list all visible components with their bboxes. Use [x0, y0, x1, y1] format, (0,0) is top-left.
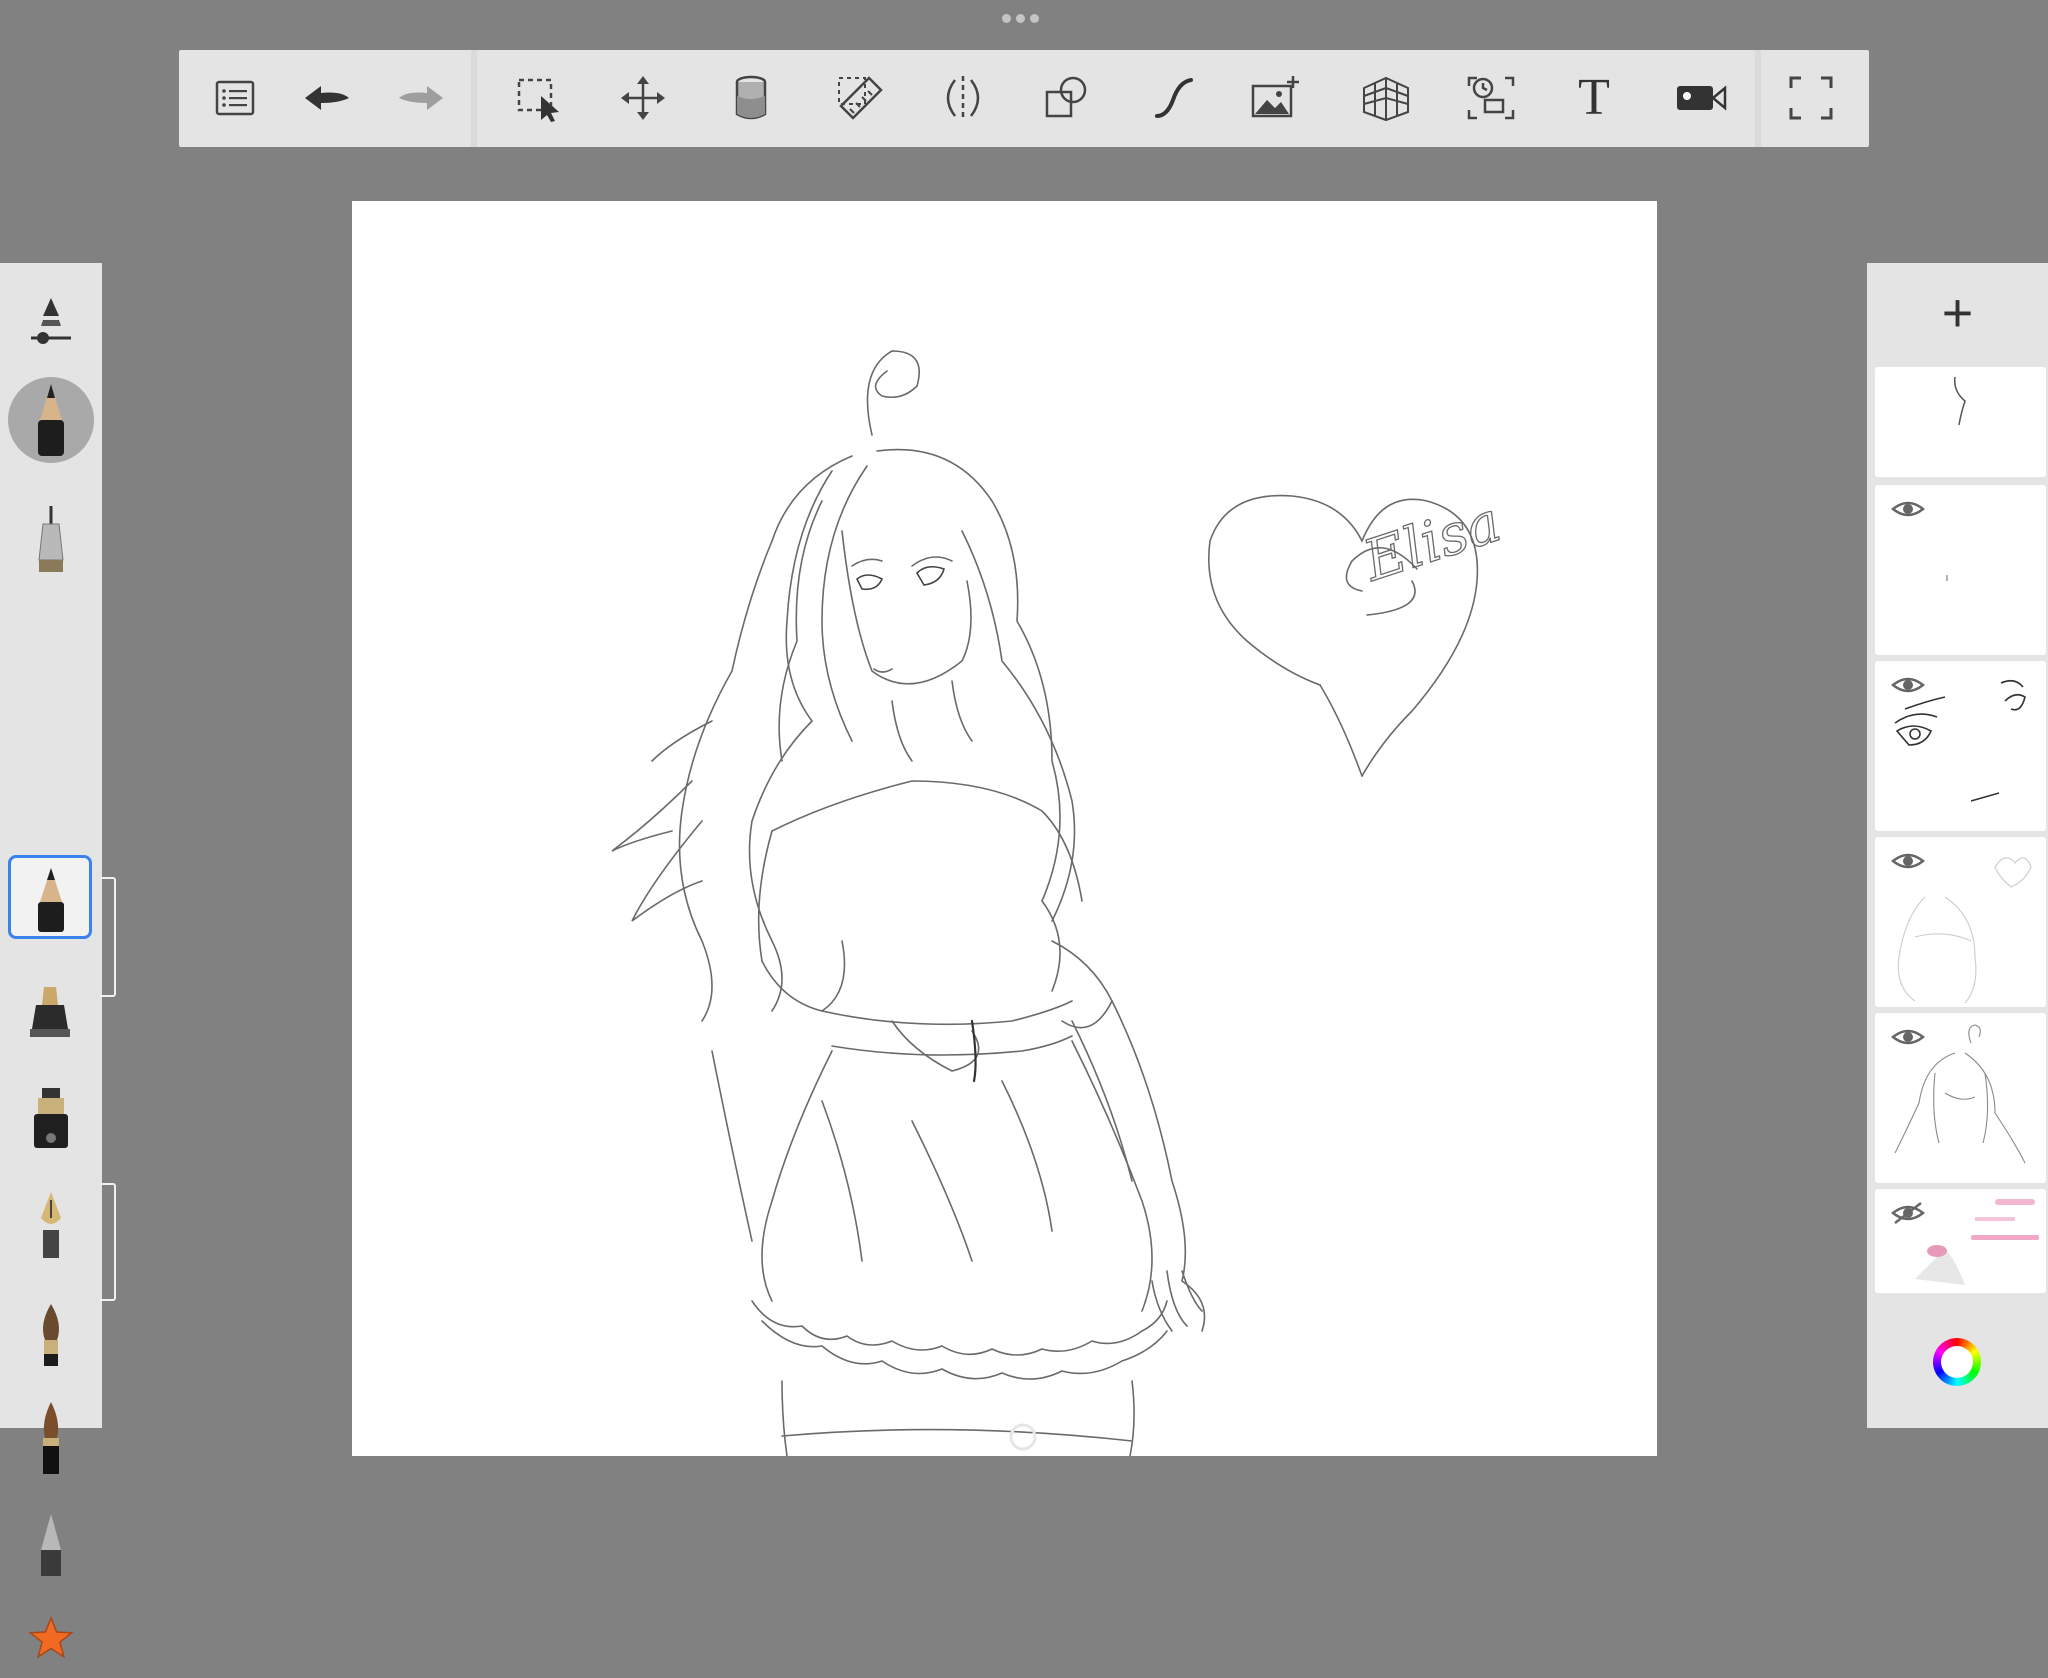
- fill-bucket-icon[interactable]: [721, 68, 781, 128]
- text-tool-glyph: T: [1578, 69, 1610, 126]
- ink-pen-icon[interactable]: [0, 1077, 102, 1161]
- selection-icon[interactable]: [509, 68, 569, 128]
- fountain-pen-icon[interactable]: [0, 1183, 102, 1267]
- eraser-icon[interactable]: [0, 1503, 102, 1587]
- text-icon[interactable]: T: [1564, 68, 1624, 128]
- add-layer-glyph: +: [1941, 283, 1974, 343]
- technical-pen-icon[interactable]: [0, 491, 102, 587]
- paintbrush-icon[interactable]: [0, 1293, 102, 1377]
- heart-signature: Elisa: [1355, 490, 1508, 595]
- more-options-handle[interactable]: [1002, 14, 1039, 23]
- brush-group-bracket: [100, 877, 116, 997]
- layer-panel: +: [1867, 263, 2048, 1428]
- record-video-icon[interactable]: [1671, 68, 1731, 128]
- ruler-icon[interactable]: [831, 68, 891, 128]
- canvas-center-marker: [1009, 1423, 1037, 1451]
- shapes-icon[interactable]: [1037, 68, 1097, 128]
- top-toolbar: T: [179, 50, 1869, 147]
- pencil-icon[interactable]: [0, 859, 102, 939]
- add-image-icon[interactable]: [1245, 68, 1305, 128]
- stroke-icon[interactable]: [1143, 68, 1203, 128]
- layer-6[interactable]: [1875, 1189, 2046, 1293]
- color-picker-icon[interactable]: [1933, 1338, 1981, 1386]
- time-lapse-icon[interactable]: [1461, 68, 1521, 128]
- favorites-star-icon[interactable]: [0, 1598, 102, 1678]
- add-layer-button[interactable]: +: [1867, 263, 2048, 363]
- layer-1[interactable]: [1875, 367, 2046, 477]
- perspective-grid-icon[interactable]: [1356, 68, 1416, 128]
- marker-icon[interactable]: [0, 971, 102, 1055]
- layer-4[interactable]: [1875, 837, 2046, 1007]
- ink-brush-icon[interactable]: [0, 1393, 102, 1483]
- layer-2[interactable]: [1875, 485, 2046, 655]
- transform-move-icon[interactable]: [613, 68, 673, 128]
- current-pencil-icon[interactable]: [0, 375, 102, 465]
- menu-list-icon[interactable]: [205, 68, 265, 128]
- redo-icon[interactable]: [391, 68, 451, 128]
- brush-group-bracket-2: [100, 1183, 116, 1301]
- brush-properties-icon[interactable]: [0, 288, 102, 348]
- symmetry-icon[interactable]: [933, 68, 993, 128]
- brush-palette: [0, 263, 116, 1659]
- drawing-canvas[interactable]: Elisa: [352, 201, 1657, 1456]
- fullscreen-icon[interactable]: [1781, 68, 1841, 128]
- sketch-artwork: Elisa: [611, 350, 1509, 1456]
- layer-3[interactable]: [1875, 661, 2046, 831]
- layer-5[interactable]: [1875, 1013, 2046, 1183]
- undo-icon[interactable]: [297, 68, 357, 128]
